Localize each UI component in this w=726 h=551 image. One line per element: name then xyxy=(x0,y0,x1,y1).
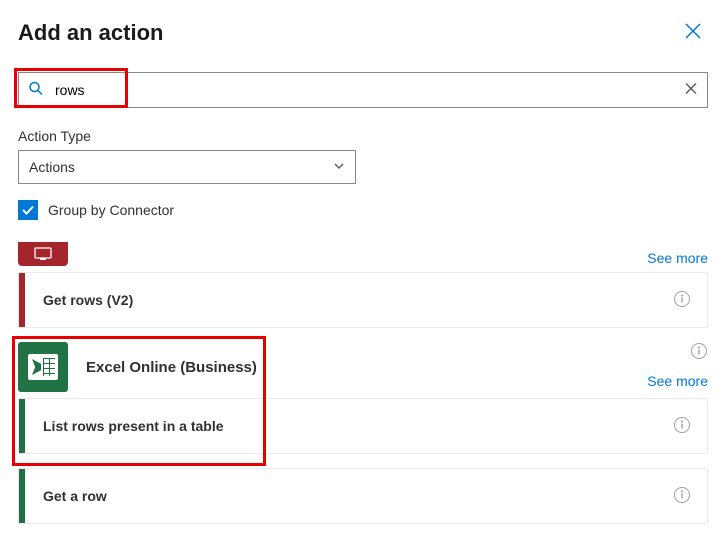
clear-icon xyxy=(684,82,698,96)
connector-stripe xyxy=(19,469,25,523)
action-left: Get rows (V2) xyxy=(19,273,133,327)
connector-group-2-header: Excel Online (Business) See more xyxy=(18,342,708,392)
info-icon xyxy=(690,342,708,360)
info-button[interactable] xyxy=(673,416,691,437)
connector-icon-partial xyxy=(18,242,68,266)
panel-header: Add an action xyxy=(18,18,708,48)
connector-stripe xyxy=(19,273,25,327)
info-icon xyxy=(673,290,691,308)
info-button[interactable] xyxy=(673,486,691,507)
group-by-row: Group by Connector xyxy=(18,200,708,220)
connector-stripe xyxy=(19,399,25,453)
connector-group-2: Excel Online (Business) See more List ro… xyxy=(18,342,708,524)
info-button[interactable] xyxy=(673,290,691,311)
action-type-value: Actions xyxy=(29,159,75,175)
group-by-checkbox[interactable] xyxy=(18,200,38,220)
info-icon xyxy=(673,416,691,434)
group-by-label: Group by Connector xyxy=(48,202,174,218)
connector-name: Excel Online (Business) xyxy=(86,359,257,376)
connector-head-right: See more xyxy=(647,342,708,389)
action-list-rows-in-table[interactable]: List rows present in a table xyxy=(18,398,708,454)
see-more-link[interactable]: See more xyxy=(647,250,708,266)
connector-group-1-header: See more xyxy=(18,242,708,266)
info-button[interactable] xyxy=(690,342,708,363)
action-left: Get a row xyxy=(19,469,107,523)
panel-title: Add an action xyxy=(18,20,163,46)
action-label: Get rows (V2) xyxy=(43,292,133,308)
chevron-down-icon xyxy=(333,159,345,175)
search-container xyxy=(18,72,708,108)
action-type-label: Action Type xyxy=(18,128,708,144)
action-type-select[interactable]: Actions xyxy=(18,150,356,184)
excel-online-icon xyxy=(18,342,68,392)
close-icon xyxy=(684,22,702,40)
search-input[interactable] xyxy=(18,72,708,108)
see-more-link[interactable]: See more xyxy=(647,373,708,389)
action-get-a-row[interactable]: Get a row xyxy=(18,468,708,524)
action-get-rows-v2[interactable]: Get rows (V2) xyxy=(18,272,708,328)
clear-search-button[interactable] xyxy=(684,82,698,99)
info-icon xyxy=(673,486,691,504)
connector-head-left: Excel Online (Business) xyxy=(18,342,257,392)
action-type-select-wrap: Actions xyxy=(18,150,356,184)
close-button[interactable] xyxy=(678,18,708,48)
action-left: List rows present in a table xyxy=(19,399,224,453)
check-icon xyxy=(21,203,35,217)
action-label: List rows present in a table xyxy=(43,418,224,434)
action-label: Get a row xyxy=(43,488,107,504)
search-icon xyxy=(28,81,44,100)
